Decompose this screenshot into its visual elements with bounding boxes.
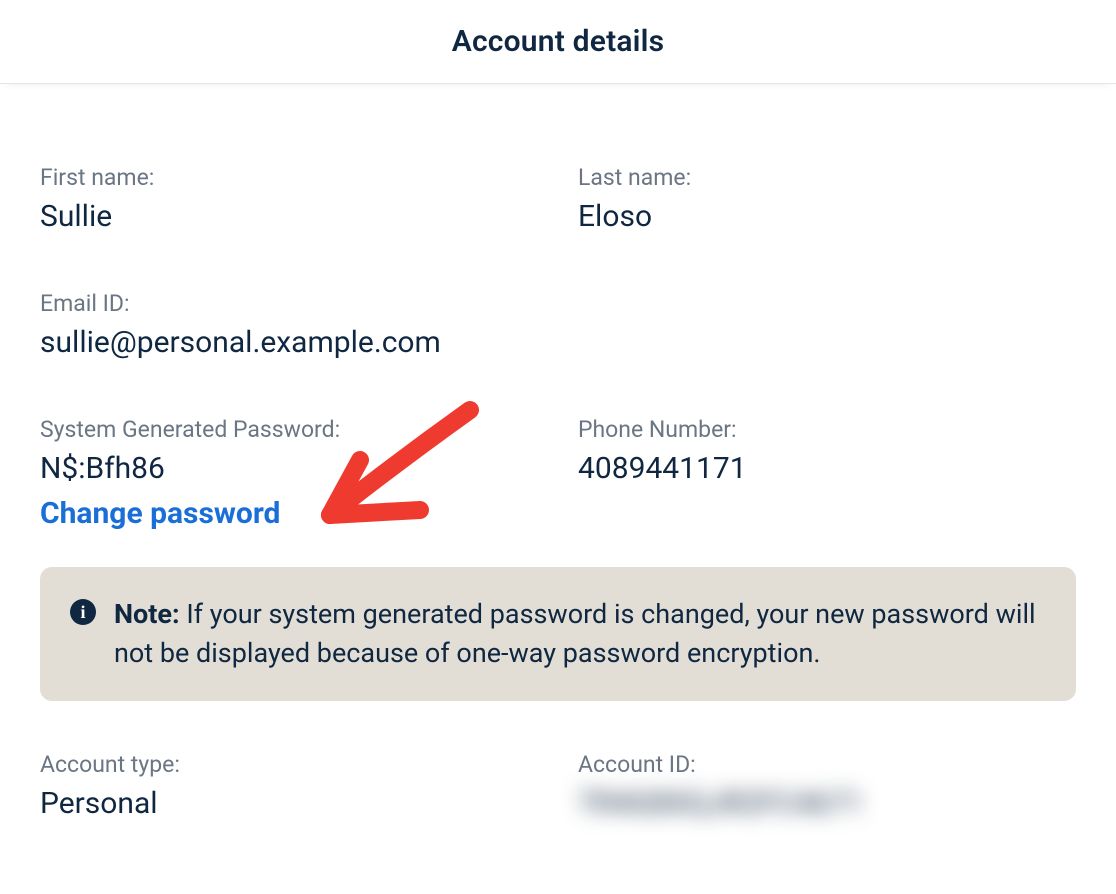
last-name-value: Eloso <box>578 199 1076 234</box>
system-password-value: N$:Bfh86 <box>40 451 538 486</box>
account-id-field: Account ID: TR4G8XQJR2FC4671 <box>578 751 1076 821</box>
note-callout: i Note: If your system generated passwor… <box>40 567 1076 701</box>
system-password-field: System Generated Password: N$:Bfh86 Chan… <box>40 416 538 531</box>
email-label: Email ID: <box>40 290 538 317</box>
phone-number-label: Phone Number: <box>578 416 1076 443</box>
account-details-panel: First name: Sullie Last name: Eloso Emai… <box>0 84 1116 861</box>
account-id-label: Account ID: <box>578 751 1076 778</box>
phone-number-value: 4089441171 <box>578 451 1076 486</box>
phone-number-field: Phone Number: 4089441171 <box>578 416 1076 531</box>
info-icon: i <box>70 599 96 625</box>
first-name-value: Sullie <box>40 199 538 234</box>
account-id-value: TR4G8XQJR2FC4671 <box>578 786 1076 821</box>
page-title: Account details <box>452 24 665 59</box>
note-prefix: Note: <box>114 598 180 630</box>
account-type-label: Account type: <box>40 751 538 778</box>
first-name-field: First name: Sullie <box>40 164 538 234</box>
note-body: If your system generated password is cha… <box>114 598 1036 669</box>
change-password-link[interactable]: Change password <box>40 496 280 531</box>
note-text: Note: If your system generated password … <box>114 595 1046 673</box>
last-name-field: Last name: Eloso <box>578 164 1076 234</box>
first-name-label: First name: <box>40 164 538 191</box>
email-value: sullie@personal.example.com <box>40 325 538 360</box>
account-type-value: Personal <box>40 786 538 821</box>
system-password-label: System Generated Password: <box>40 416 538 443</box>
account-type-field: Account type: Personal <box>40 751 538 821</box>
last-name-label: Last name: <box>578 164 1076 191</box>
page-header: Account details <box>0 0 1116 84</box>
email-field: Email ID: sullie@personal.example.com <box>40 290 538 360</box>
